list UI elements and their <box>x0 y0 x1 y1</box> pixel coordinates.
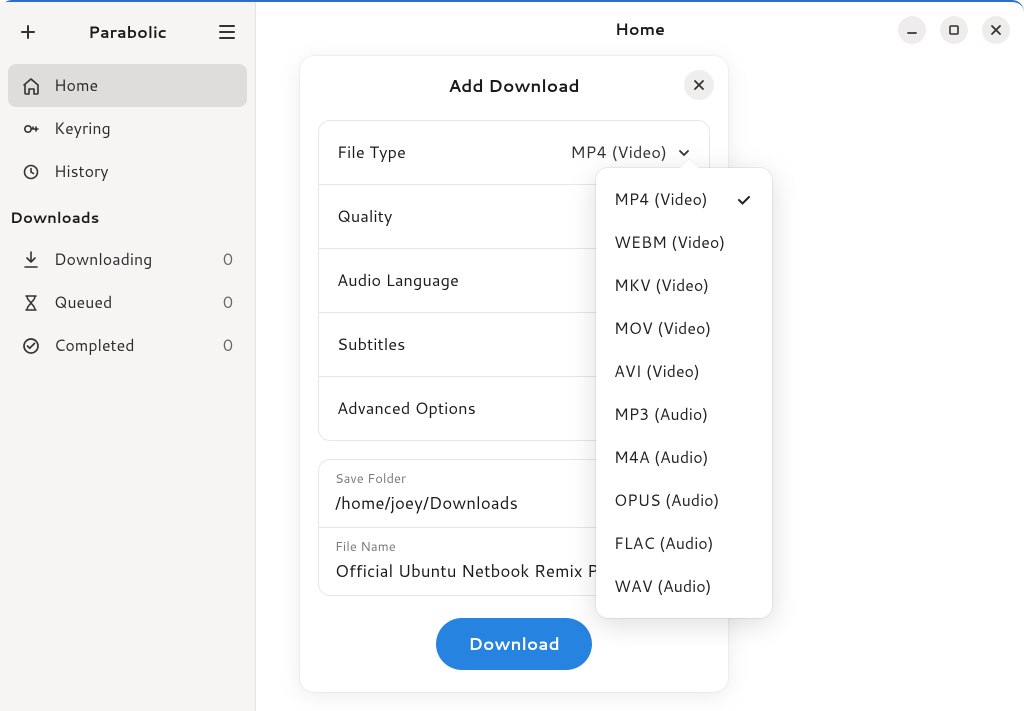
close-icon <box>693 79 705 91</box>
main-header: Home <box>256 2 1024 57</box>
minimize-icon <box>906 24 918 36</box>
option-value-text: MP4 (Video) <box>570 141 667 164</box>
page-title: Home <box>615 18 665 41</box>
sidebar-header: Parabolic <box>0 10 255 64</box>
hourglass-icon <box>22 294 40 312</box>
home-icon <box>22 77 40 95</box>
count-badge: 0 <box>223 334 233 357</box>
check-icon <box>736 192 754 208</box>
sidebar-item-completed[interactable]: Completed 0 <box>8 324 247 367</box>
dialog-header: Add Download <box>300 56 728 112</box>
dialog-close-button[interactable] <box>684 70 714 100</box>
sidebar-item-history[interactable]: History <box>8 150 247 193</box>
file-type-dropdown: MP4 (Video) WEBM (Video) MKV (Video) MOV… <box>596 168 772 618</box>
nav-section: Home Keyring History <box>0 64 255 193</box>
option-label: Audio Language <box>337 269 459 292</box>
option-label: File Type <box>337 141 406 164</box>
option-value: MP4 (Video) <box>570 141 691 164</box>
dropdown-item-label: MKV (Video) <box>614 274 709 297</box>
dropdown-item-label: MP3 (Audio) <box>614 403 708 426</box>
section-heading-downloads: Downloads <box>0 193 255 238</box>
sidebar-item-keyring[interactable]: Keyring <box>8 107 247 150</box>
sidebar-item-label: Keyring <box>54 117 111 140</box>
window-controls <box>898 16 1010 44</box>
sidebar-item-label: Completed <box>54 334 135 357</box>
app-title: Parabolic <box>88 21 167 44</box>
dropdown-item-label: MOV (Video) <box>614 317 711 340</box>
plus-icon <box>20 24 36 40</box>
add-button[interactable] <box>12 16 44 48</box>
key-icon <box>22 120 40 138</box>
dropdown-item[interactable]: WAV (Audio) <box>596 565 772 608</box>
sidebar-item-label: History <box>54 160 109 183</box>
downloads-section: Downloading 0 Queued 0 Completed 0 <box>0 238 255 367</box>
hamburger-button[interactable] <box>211 16 243 48</box>
count-badge: 0 <box>223 248 233 271</box>
count-badge: 0 <box>223 291 233 314</box>
dropdown-item[interactable]: AVI (Video) <box>596 350 772 393</box>
maximize-icon <box>948 24 960 36</box>
dropdown-item[interactable]: OPUS (Audio) <box>596 479 772 522</box>
sidebar-item-downloading[interactable]: Downloading 0 <box>8 238 247 281</box>
option-label: Advanced Options <box>337 397 476 420</box>
option-label: Subtitles <box>337 333 405 356</box>
close-icon <box>990 24 1002 36</box>
dropdown-item[interactable]: WEBM (Video) <box>596 221 772 264</box>
download-button[interactable]: Download <box>436 618 591 670</box>
dropdown-item[interactable]: MP3 (Audio) <box>596 393 772 436</box>
dropdown-item-label: M4A (Audio) <box>614 446 708 469</box>
history-icon <box>22 163 40 181</box>
sidebar-item-label: Downloading <box>54 248 152 271</box>
dropdown-item-label: FLAC (Audio) <box>614 532 714 555</box>
sidebar-item-home[interactable]: Home <box>8 64 247 107</box>
maximize-button[interactable] <box>940 16 968 44</box>
option-label: Quality <box>337 205 392 228</box>
dropdown-item-label: WEBM (Video) <box>614 231 725 254</box>
dropdown-item[interactable]: FLAC (Audio) <box>596 522 772 565</box>
dialog-title: Add Download <box>448 74 579 98</box>
check-circle-icon <box>22 337 40 355</box>
dropdown-item-label: OPUS (Audio) <box>614 489 719 512</box>
sidebar-item-queued[interactable]: Queued 0 <box>8 281 247 324</box>
sidebar-item-label: Queued <box>54 291 112 314</box>
hamburger-icon <box>219 25 235 39</box>
dropdown-item-label: WAV (Audio) <box>614 575 711 598</box>
dropdown-item-label: MP4 (Video) <box>614 188 708 211</box>
dropdown-item[interactable]: MOV (Video) <box>596 307 772 350</box>
dropdown-item[interactable]: MP4 (Video) <box>596 178 772 221</box>
sidebar: Parabolic Home Keyring History Downloads <box>0 2 256 711</box>
minimize-button[interactable] <box>898 16 926 44</box>
dropdown-item-label: AVI (Video) <box>614 360 700 383</box>
close-button[interactable] <box>982 16 1010 44</box>
download-icon <box>22 251 40 269</box>
dropdown-item[interactable]: MKV (Video) <box>596 264 772 307</box>
sidebar-item-label: Home <box>54 74 98 97</box>
dropdown-item[interactable]: M4A (Audio) <box>596 436 772 479</box>
